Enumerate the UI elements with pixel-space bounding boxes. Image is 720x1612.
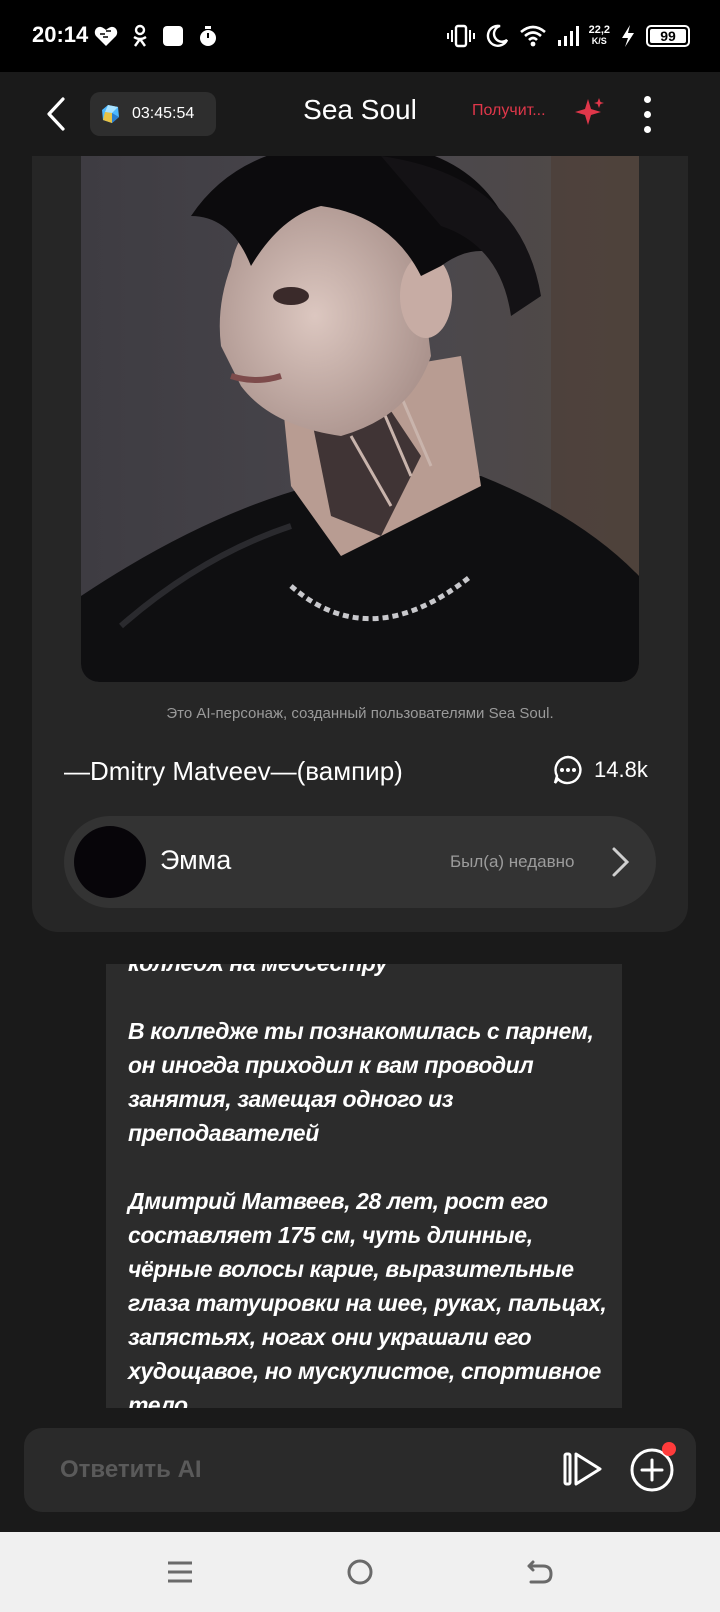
moon-icon <box>486 24 508 47</box>
nav-menu-icon <box>168 1561 192 1583</box>
persona-name: Эмма <box>160 845 232 875</box>
status-time: 20:14 <box>32 22 89 47</box>
chat-bubble-icon <box>553 755 582 785</box>
network-speed: 22,2 K/S <box>589 25 610 47</box>
reply-input[interactable]: Ответить AI <box>60 1456 202 1484</box>
page-title: Sea Soul <box>303 94 417 125</box>
signal-icon <box>557 26 579 46</box>
play-icon[interactable] <box>560 1446 606 1492</box>
nav-back-icon <box>527 1560 553 1584</box>
notification-dot <box>662 1442 676 1456</box>
message-bubble: колледж на медсестру В колледже ты позна… <box>106 964 622 1408</box>
charging-icon <box>622 25 634 47</box>
heart-icon <box>94 26 118 46</box>
vibrate-icon <box>446 24 475 48</box>
persona-status: Был(а) недавно <box>450 852 575 871</box>
system-nav-bar <box>0 1532 720 1612</box>
get-premium-link[interactable]: Получит... <box>472 102 546 120</box>
back-arrow-icon <box>47 97 65 131</box>
message-paragraph: В колледже ты познакомилась с парнем, он… <box>128 1018 594 1146</box>
chat-count-value: 14.8k <box>594 757 648 782</box>
battery-indicator: 99 <box>646 25 690 47</box>
network-speed-value: 22,2 <box>588 24 610 36</box>
character-portrait[interactable] <box>81 156 639 682</box>
timer-text: 03:45:54 <box>132 105 195 122</box>
message-text: колледж на медсестру В колледже ты позна… <box>128 964 608 1408</box>
character-name: —Dmitry Matveev—(вампир) <box>64 756 403 786</box>
sparkle-icon[interactable] <box>574 96 606 128</box>
nav-back-button[interactable] <box>520 1554 560 1590</box>
chevron-right-icon <box>612 847 630 877</box>
reply-input-bar: Ответить AI <box>24 1428 696 1512</box>
nav-menu-button[interactable] <box>160 1554 200 1590</box>
nav-home-icon <box>347 1559 373 1585</box>
portrait-image <box>81 156 639 682</box>
stopwatch-icon <box>200 26 216 46</box>
app-square-icon <box>163 26 183 46</box>
more-vert-icon <box>643 95 651 103</box>
back-button[interactable] <box>36 92 76 136</box>
battery-level: 99 <box>660 28 676 44</box>
avatar <box>74 826 146 898</box>
wifi-icon <box>519 25 546 47</box>
message-paragraph: Дмитрий Матвеев, 28 лет, рост его состав… <box>128 1188 607 1408</box>
timer-pill[interactable]: 03:45:54 <box>90 92 216 136</box>
status-right-icons: 22,2 K/S 99 <box>446 20 690 52</box>
status-left-icons <box>94 22 218 50</box>
message-paragraph: колледж на медсестру <box>128 964 608 980</box>
ai-disclaimer: Это AI-персонаж, созданный пользователям… <box>166 705 554 722</box>
nav-home-button[interactable] <box>340 1554 380 1590</box>
network-speed-unit: K/S <box>591 36 607 46</box>
app-header: 03:45:54 Sea Soul Получит... <box>0 72 720 156</box>
chat-count: 14.8k <box>552 754 648 786</box>
status-bar: 20:14 22,2 K/S 99 <box>0 0 720 72</box>
ok-icon <box>133 24 147 47</box>
persona-selector[interactable]: Эмма Был(а) недавно <box>64 816 656 908</box>
more-menu-button[interactable] <box>630 90 664 138</box>
gem-icon <box>102 105 119 123</box>
